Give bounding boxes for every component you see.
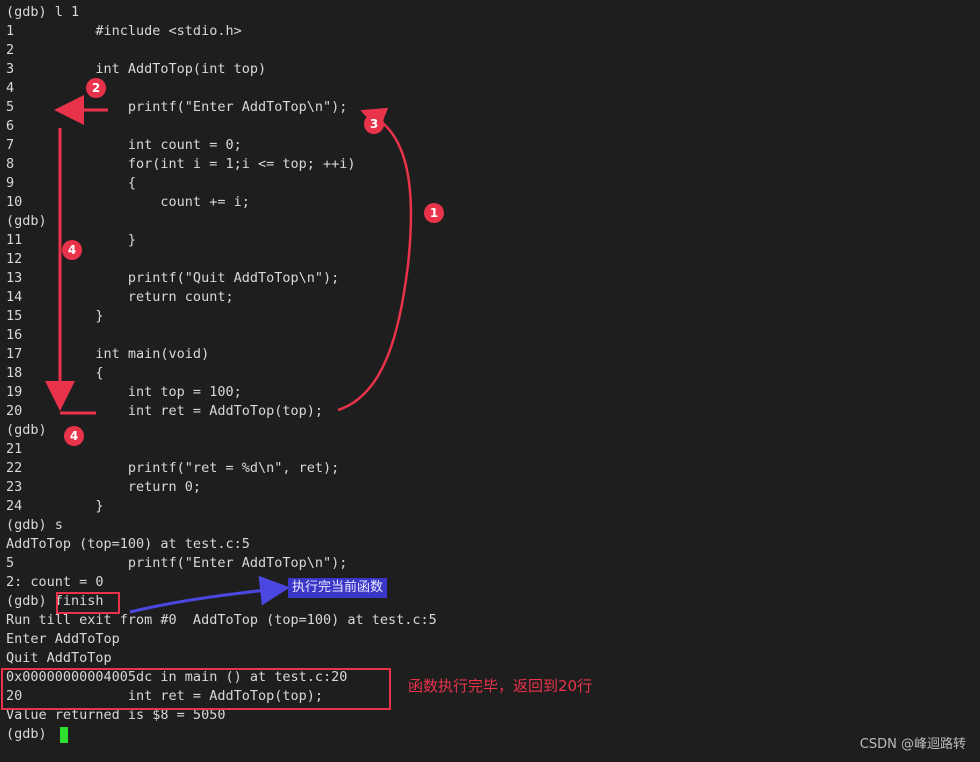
terminal-line-text: 8 for(int i = 1;i <= top; ++i) bbox=[6, 156, 356, 172]
terminal-line-text: (gdb) bbox=[6, 422, 47, 438]
terminal-line-text: 2 bbox=[6, 42, 15, 58]
terminal-line-text: 16 bbox=[6, 327, 23, 343]
terminal-cursor bbox=[60, 727, 68, 743]
terminal-line-text: 20 int ret = AddToTop(top); bbox=[6, 403, 323, 419]
terminal-line-text: (gdb) s bbox=[6, 517, 63, 533]
terminal-line-text: 3 int AddToTop(int top) bbox=[6, 61, 267, 77]
terminal-line-text: 13 printf("Quit AddToTop\n"); bbox=[6, 270, 340, 286]
terminal-window[interactable]: (gdb) l 11 #include <stdio.h> 2 3 int AddT… bbox=[0, 0, 980, 762]
terminal-line-text: 9 { bbox=[6, 175, 137, 191]
terminal-line-text: 14 return count; bbox=[6, 289, 234, 305]
terminal-line-text: 6 bbox=[6, 118, 15, 134]
terminal-line-text: 17 int main(void) bbox=[6, 346, 210, 362]
badge-1: 1 bbox=[424, 203, 444, 223]
terminal-line-text: 24 } bbox=[6, 498, 104, 514]
badge-3: 3 bbox=[364, 114, 384, 134]
terminal-line-text: 23 return 0; bbox=[6, 479, 202, 495]
terminal-line-text: (gdb) bbox=[6, 726, 55, 742]
terminal-line-text: 10 count += i; bbox=[6, 194, 250, 210]
terminal-line-text: AddToTop (top=100) at test.c:5 bbox=[6, 536, 250, 552]
badge-5: 4 bbox=[64, 426, 84, 446]
finish-command-highlight bbox=[56, 592, 120, 614]
badge-4: 4 bbox=[62, 240, 82, 260]
finish-explanation-note: 执行完当前函数 bbox=[288, 578, 388, 598]
return-explanation-note: 函数执行完毕，返回到20行 bbox=[408, 677, 593, 695]
return-location-highlight bbox=[1, 668, 391, 710]
terminal-line-text: 22 printf("ret = %d\n", ret); bbox=[6, 460, 340, 476]
terminal-line-text: 19 int top = 100; bbox=[6, 384, 242, 400]
terminal-line-text: 12 bbox=[6, 251, 23, 267]
terminal-line-text: 5 printf("Enter AddToTop\n"); bbox=[6, 99, 348, 115]
terminal-line-text: 18 { bbox=[6, 365, 104, 381]
terminal-line-text: Enter AddToTop bbox=[6, 631, 120, 647]
watermark: CSDN @峰迴路转 bbox=[859, 737, 966, 752]
terminal-line-text: 2: count = 0 bbox=[6, 574, 104, 590]
terminal-line-text: 5 printf("Enter AddToTop\n"); bbox=[6, 555, 348, 571]
terminal-line-text: (gdb) l 1 bbox=[6, 4, 80, 20]
terminal-line-text: 21 bbox=[6, 441, 23, 457]
terminal-line-text: Quit AddToTop bbox=[6, 650, 112, 666]
terminal-line-text: (gdb) bbox=[6, 213, 47, 229]
badge-2: 2 bbox=[86, 78, 106, 98]
terminal-line-text: 7 int count = 0; bbox=[6, 137, 242, 153]
terminal-line-text: 15 } bbox=[6, 308, 104, 324]
terminal-line-text: 1 #include <stdio.h> bbox=[6, 23, 242, 39]
